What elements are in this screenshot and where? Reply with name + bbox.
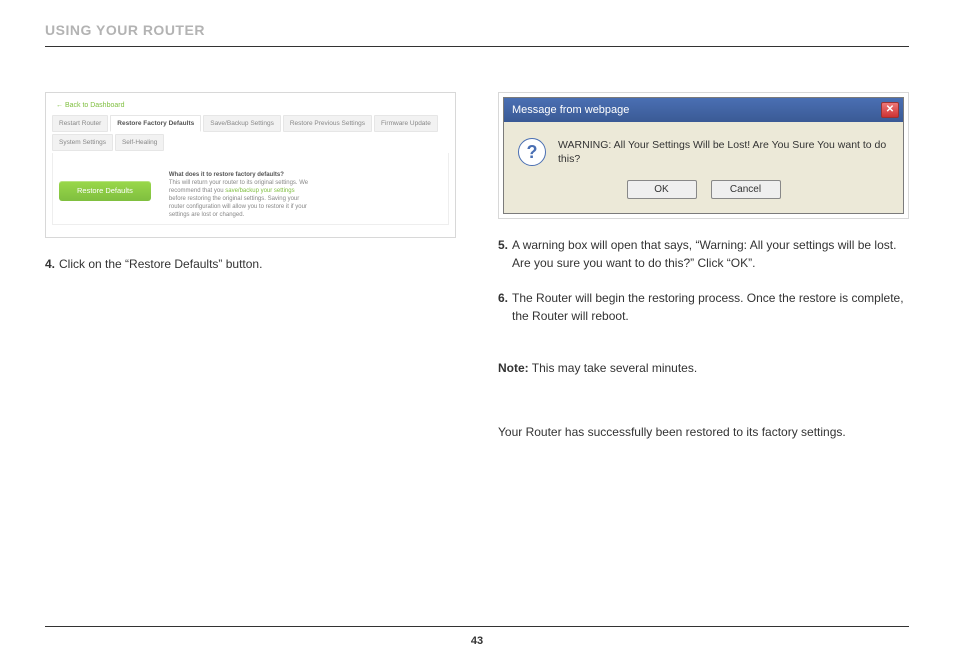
close-icon[interactable]: ✕ — [881, 102, 899, 118]
dialog-message: WARNING: All Your Settings Will be Lost!… — [558, 138, 889, 166]
tabs-row-1: Restart Router Restore Factory Defaults … — [52, 115, 449, 132]
cancel-button[interactable]: Cancel — [711, 180, 781, 199]
step-6-text: The Router will begin the restoring proc… — [512, 290, 909, 325]
step-6-number: 6. — [498, 290, 508, 325]
info-link[interactable]: save/backup your settings — [225, 188, 294, 194]
step-5-text: A warning box will open that says, “Warn… — [512, 237, 909, 272]
step-6: 6. The Router will begin the restoring p… — [498, 290, 909, 325]
tabs-row-2: System Settings Self-Healing — [52, 134, 449, 151]
dialog-titlebar: Message from webpage ✕ — [504, 98, 903, 122]
tab-save-backup-settings[interactable]: Save/Backup Settings — [203, 115, 281, 132]
tab-self-healing[interactable]: Self-Healing — [115, 134, 164, 151]
left-column: ← Back to Dashboard Restart Router Resto… — [45, 92, 456, 439]
tab-restore-factory-defaults[interactable]: Restore Factory Defaults — [110, 115, 201, 132]
ok-button[interactable]: OK — [627, 180, 697, 199]
info-box: What does it to restore factory defaults… — [169, 171, 309, 220]
info-line2: before restoring the original settings. … — [169, 196, 307, 218]
restore-button-wrap: Restore Defaults — [59, 171, 151, 220]
step-4-number: 4. — [45, 256, 55, 273]
router-admin-screenshot: ← Back to Dashboard Restart Router Resto… — [45, 92, 456, 238]
tab-firmware-update[interactable]: Firmware Update — [374, 115, 438, 132]
note-label: Note: — [498, 361, 529, 375]
tab-restore-previous-settings[interactable]: Restore Previous Settings — [283, 115, 372, 132]
page-number: 43 — [0, 635, 954, 647]
dialog-title: Message from webpage — [512, 104, 629, 116]
title-rule — [45, 46, 909, 47]
panel-body: Restore Defaults What does it to restore… — [52, 153, 449, 225]
dialog-screenshot: Message from webpage ✕ ? WARNING: All Yo… — [498, 92, 909, 219]
tab-system-settings[interactable]: System Settings — [52, 134, 113, 151]
footer-rule — [45, 626, 909, 627]
dialog-window: Message from webpage ✕ ? WARNING: All Yo… — [503, 97, 904, 214]
step-4-text: Click on the “Restore Defaults” button. — [59, 256, 456, 273]
step-5: 5. A warning box will open that says, “W… — [498, 237, 909, 272]
dialog-buttons: OK Cancel — [504, 176, 903, 213]
question-icon: ? — [518, 138, 546, 166]
note-line: Note: This may take several minutes. — [498, 361, 909, 375]
final-line: Your Router has successfully been restor… — [498, 425, 909, 439]
right-column: Message from webpage ✕ ? WARNING: All Yo… — [498, 92, 909, 439]
step-4: 4. Click on the “Restore Defaults” butto… — [45, 256, 456, 273]
content-columns: ← Back to Dashboard Restart Router Resto… — [45, 92, 909, 439]
back-to-dashboard-link[interactable]: ← Back to Dashboard — [52, 99, 449, 113]
step-5-number: 5. — [498, 237, 508, 272]
tab-restart-router[interactable]: Restart Router — [52, 115, 108, 132]
dialog-body: ? WARNING: All Your Settings Will be Los… — [504, 122, 903, 176]
info-question: What does it to restore factory defaults… — [169, 172, 284, 178]
note-text: This may take several minutes. — [529, 361, 698, 375]
page-title: USING YOUR ROUTER — [45, 22, 909, 38]
restore-defaults-button[interactable]: Restore Defaults — [59, 181, 151, 202]
